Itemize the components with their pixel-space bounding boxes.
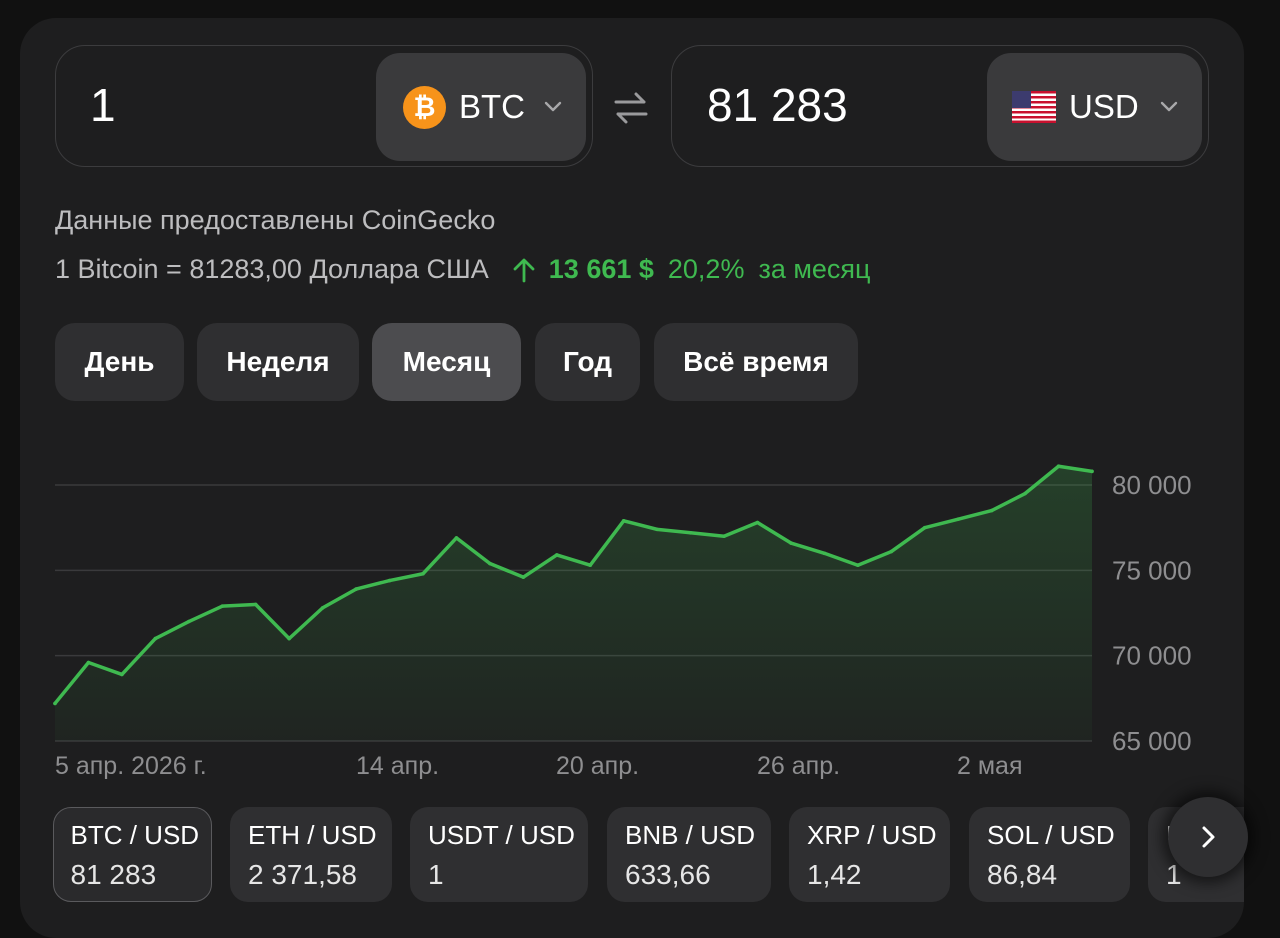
pair-card-xrp-usd[interactable]: XRP / USD 1,42: [789, 807, 950, 902]
price-point: [354, 587, 358, 591]
price-point: [53, 701, 57, 706]
pair-value: 86,84: [987, 859, 1058, 890]
to-amount-input[interactable]: 81 283: [707, 46, 848, 165]
swap-arrows-icon[interactable]: [612, 90, 650, 126]
price-point: [755, 520, 760, 525]
price-point: [621, 519, 626, 523]
price-point: [655, 527, 659, 532]
period-tab-week[interactable]: Неделя: [197, 323, 359, 401]
bitcoin-icon: ₿: [403, 85, 446, 129]
price-point: [287, 636, 291, 641]
x-tick-label: 2 мая: [957, 752, 1022, 780]
pair-value: 633,66: [625, 859, 711, 890]
price-point: [421, 571, 425, 576]
price-point: [722, 534, 726, 538]
y-tick-label: 70 000: [1112, 641, 1192, 671]
period-tab-year[interactable]: Год: [535, 323, 640, 401]
pair-value: 81 283: [70, 859, 157, 890]
period-tab-day[interactable]: День: [55, 323, 184, 401]
price-point: [521, 575, 526, 579]
from-currency-select[interactable]: ₿ BTC: [376, 53, 586, 161]
chevron-right-icon: [1202, 826, 1215, 848]
price-point: [86, 660, 91, 665]
x-tick-label: 20 апр.: [556, 752, 639, 780]
price-chart: 80 000 75 000 70 000 65 000 5 апр. 2026 г. 14…: [53, 464, 1192, 780]
price-point: [1023, 491, 1027, 496]
pair-name: BTC / USD: [70, 820, 200, 850]
price-point: [889, 549, 894, 554]
price-point: [1090, 469, 1094, 474]
us-flag-icon: [1012, 91, 1056, 123]
x-tick-label: 5 апр. 2026 г.: [55, 752, 207, 780]
period-tab-all-time[interactable]: Всё время: [654, 323, 858, 401]
chevron-down-icon: [1160, 101, 1178, 112]
price-point: [320, 606, 325, 610]
from-amount-input[interactable]: 1: [90, 46, 116, 165]
currency-converter-card: 1 ₿ BTC 81 283 USD Данные предоставлены …: [20, 18, 1244, 938]
price-point: [856, 563, 860, 568]
pair-name: BNB / USD: [625, 820, 756, 850]
arrow-up-icon: [513, 258, 535, 282]
price-point: [387, 578, 392, 583]
y-tick-label: 65 000: [1112, 726, 1192, 756]
pair-name: ETH / USD: [248, 820, 377, 850]
price-point: [554, 553, 559, 557]
period-tab-month[interactable]: Месяц: [372, 323, 521, 401]
price-point: [588, 563, 593, 568]
rate-line: 1 Bitcoin = 81283,00 Доллара США 13 661 …: [55, 254, 871, 285]
price-point: [922, 525, 927, 530]
next-pairs-button[interactable]: [1168, 797, 1248, 877]
pairs-row: BTC / USD 81 283 ETH / USD 2 371,58 USDT…: [20, 806, 1244, 938]
pair-value: 2 371,58: [248, 859, 357, 890]
from-currency-label: BTC: [459, 88, 525, 125]
pair-value: 1: [428, 859, 444, 890]
price-point: [153, 636, 158, 641]
price-point: [822, 551, 827, 556]
data-source-text: Данные предоставлены CoinGecko: [55, 205, 496, 235]
pair-card-eth-usd[interactable]: ETH / USD 2 371,58: [230, 807, 392, 902]
y-tick-label: 75 000: [1112, 555, 1192, 585]
pair-name: XRP / USD: [807, 820, 937, 850]
price-point: [454, 536, 459, 540]
price-point: [1056, 464, 1061, 469]
y-tick-label: 80 000: [1112, 470, 1192, 500]
rate-text: 1 Bitcoin = 81283,00 Доллара США: [55, 254, 489, 284]
price-point: [789, 541, 793, 545]
chevron-down-icon: [544, 101, 562, 112]
price-point: [253, 602, 258, 607]
to-converter: 81 283 USD: [671, 45, 1209, 167]
to-currency-label: USD: [1069, 88, 1139, 125]
rate-change-period: за месяц: [758, 254, 871, 284]
pair-card-btc-usd[interactable]: BTC / USD 81 283: [53, 807, 212, 902]
price-point: [688, 530, 693, 535]
pair-card-sol-usd[interactable]: SOL / USD 86,84: [969, 807, 1130, 902]
pair-card-usdt-usd[interactable]: USDT / USD 1: [410, 807, 588, 902]
price-area: [55, 466, 1092, 741]
pair-name: USDT / USD: [428, 820, 575, 850]
price-point: [120, 672, 124, 677]
x-tick-label: 14 апр.: [356, 752, 439, 780]
price-point: [956, 517, 960, 521]
rate-change-absolute: 13 661 $: [548, 254, 654, 284]
from-converter: 1 ₿ BTC: [55, 45, 593, 167]
pair-card-bnb-usd[interactable]: BNB / USD 633,66: [607, 807, 771, 902]
price-point: [187, 619, 191, 624]
rate-change-percent: 20,2%: [667, 254, 745, 284]
pair-value: 1,42: [807, 859, 862, 890]
price-point: [220, 604, 225, 608]
to-currency-select[interactable]: USD: [987, 53, 1202, 161]
pair-name: SOL / USD: [987, 820, 1115, 850]
price-point: [488, 561, 492, 566]
price-point: [989, 508, 994, 513]
x-tick-label: 26 апр.: [757, 752, 840, 780]
